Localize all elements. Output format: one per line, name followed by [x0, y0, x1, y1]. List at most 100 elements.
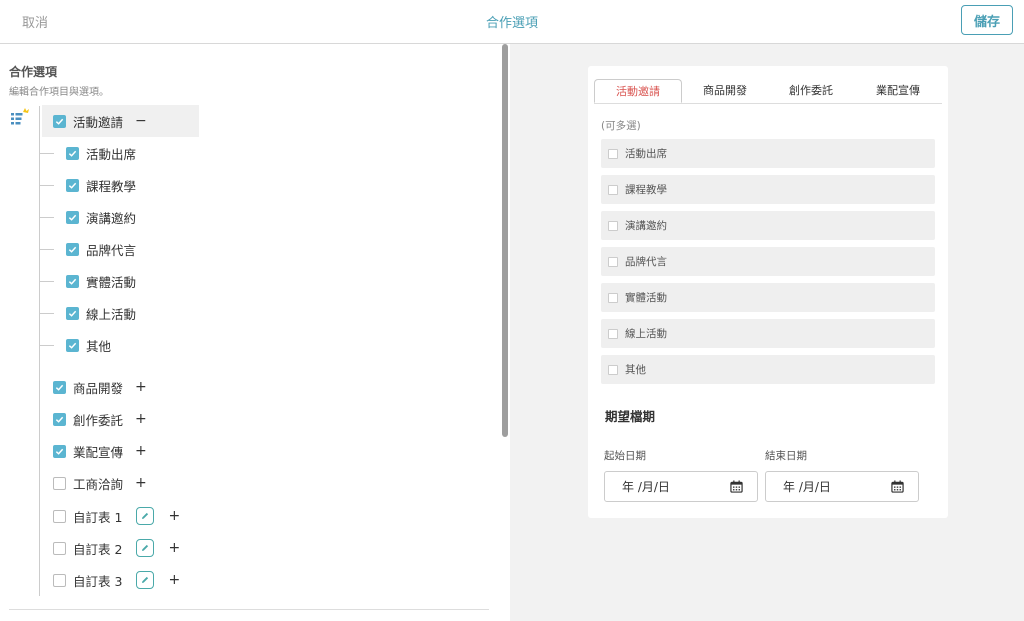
tree-group-item[interactable]: 自訂表 2 + — [53, 537, 180, 559]
tree-item-label: 實體活動 — [86, 274, 137, 290]
end-date-label: 結束日期 — [765, 450, 807, 462]
tab-product-dev[interactable]: 商品開發 — [682, 79, 768, 103]
tree-item-label: 自訂表 2 — [73, 541, 123, 557]
option-label: 演講邀約 — [625, 220, 667, 232]
checkbox-unchecked[interactable] — [53, 573, 66, 587]
preview-tabs: 活動邀請 商品開發 創作委託 業配宣傳 — [594, 79, 942, 104]
divider — [9, 609, 489, 610]
scrollbar[interactable] — [502, 44, 508, 621]
checkbox-checked[interactable] — [66, 146, 79, 160]
tree-item-label: 自訂表 3 — [73, 573, 123, 589]
option-checkbox[interactable] — [608, 328, 618, 339]
start-date-input[interactable]: 年 /月/日 — [604, 471, 758, 502]
calendar-icon[interactable] — [730, 480, 743, 493]
tree-branch — [40, 217, 54, 218]
tree-item-label: 工商洽詢 — [73, 476, 124, 492]
tree-list-icon — [11, 108, 29, 125]
option-item[interactable]: 課程教學 — [601, 175, 935, 204]
expand-toggle[interactable]: + — [135, 443, 147, 459]
option-label: 品牌代言 — [625, 256, 667, 268]
tree-root-item[interactable]: 活動邀請 − — [53, 110, 147, 132]
editor-title: 合作選項 — [9, 65, 58, 79]
option-checkbox[interactable] — [608, 364, 618, 375]
tree-item-label: 活動邀請 — [73, 114, 124, 130]
checkbox-checked[interactable] — [53, 444, 66, 458]
edit-pencil-icon[interactable] — [136, 539, 155, 557]
tree-child-item[interactable]: 品牌代言 — [66, 238, 136, 260]
edit-pencil-icon[interactable] — [136, 507, 155, 525]
option-label: 課程教學 — [625, 184, 667, 196]
option-label: 實體活動 — [625, 292, 667, 304]
checkbox-unchecked[interactable] — [53, 476, 66, 490]
checkbox-unchecked[interactable] — [53, 509, 66, 523]
option-item[interactable]: 品牌代言 — [601, 247, 935, 276]
tree-group-item[interactable]: 業配宣傳 + — [53, 440, 147, 462]
start-date-label: 起始日期 — [604, 450, 646, 462]
option-item[interactable]: 實體活動 — [601, 283, 935, 312]
top-bar: 取消 合作選項 儲存 — [0, 0, 1024, 44]
expand-toggle[interactable]: + — [135, 411, 147, 427]
expand-toggle[interactable]: + — [168, 540, 180, 556]
save-button[interactable]: 儲存 — [961, 5, 1013, 35]
tree-item-label: 課程教學 — [86, 178, 137, 194]
tree-child-item[interactable]: 其他 — [66, 334, 111, 356]
tab-sponsorship[interactable]: 業配宣傳 — [854, 79, 942, 103]
tree-item-label: 線上活動 — [86, 306, 137, 322]
checkbox-checked[interactable] — [53, 380, 66, 394]
option-item[interactable]: 活動出席 — [601, 139, 935, 168]
tree-item-label: 演講邀約 — [86, 210, 137, 226]
option-label: 活動出席 — [625, 148, 667, 160]
tab-activity-invite[interactable]: 活動邀請 — [594, 79, 682, 103]
option-checkbox[interactable] — [608, 256, 618, 267]
expand-toggle[interactable]: + — [168, 508, 180, 524]
checkbox-checked[interactable] — [66, 338, 79, 352]
option-item[interactable]: 演講邀約 — [601, 211, 935, 240]
editor-subtitle: 編輯合作項目與選項。 — [9, 87, 109, 98]
checkbox-checked[interactable] — [66, 306, 79, 320]
tab-commission[interactable]: 創作委託 — [768, 79, 854, 103]
tree-child-item[interactable]: 演講邀約 — [66, 206, 136, 228]
tree-branch — [40, 313, 54, 314]
option-checkbox[interactable] — [608, 220, 618, 231]
tree-child-item[interactable]: 實體活動 — [66, 270, 136, 292]
tree-group-item[interactable]: 創作委託 + — [53, 408, 147, 430]
tree-item-label: 創作委託 — [73, 412, 124, 428]
end-date-input[interactable]: 年 /月/日 — [765, 471, 919, 502]
tree-group-item[interactable]: 自訂表 1 + — [53, 505, 180, 527]
tree-item-label: 其他 — [86, 338, 112, 354]
checkbox-checked[interactable] — [66, 210, 79, 224]
tree-group-item[interactable]: 商品開發 + — [53, 376, 147, 398]
tree-item-label: 商品開發 — [73, 380, 124, 396]
period-title: 期望檔期 — [605, 409, 656, 424]
checkbox-checked[interactable] — [66, 178, 79, 192]
page-title: 合作選項 — [485, 16, 538, 31]
option-item[interactable]: 其他 — [601, 355, 935, 384]
expand-toggle[interactable]: + — [135, 475, 147, 491]
option-label: 其他 — [625, 364, 646, 376]
option-item[interactable]: 線上活動 — [601, 319, 935, 348]
tree-branch — [40, 185, 54, 186]
tree-group-item[interactable]: 自訂表 3 + — [53, 569, 180, 591]
tree-group-item[interactable]: 工商洽詢 + — [53, 472, 147, 494]
scrollbar-thumb[interactable] — [502, 44, 508, 437]
option-checkbox[interactable] — [608, 148, 618, 159]
option-checkbox[interactable] — [608, 184, 618, 195]
tree-child-item[interactable]: 課程教學 — [66, 174, 136, 196]
expand-toggle[interactable]: + — [168, 572, 180, 588]
checkbox-checked[interactable] — [66, 242, 79, 256]
checkbox-checked[interactable] — [53, 114, 66, 128]
checkbox-checked[interactable] — [66, 274, 79, 288]
tree-item-label: 業配宣傳 — [73, 444, 124, 460]
calendar-icon[interactable] — [891, 480, 904, 493]
checkbox-unchecked[interactable] — [53, 541, 66, 555]
tree-branch — [40, 249, 54, 250]
multi-select-note: (可多選) — [601, 120, 641, 132]
edit-pencil-icon[interactable] — [136, 571, 155, 589]
collapse-toggle[interactable]: − — [135, 113, 147, 129]
tree-branch — [40, 281, 54, 282]
tree-child-item[interactable]: 線上活動 — [66, 302, 136, 324]
tree-child-item[interactable]: 活動出席 — [66, 142, 136, 164]
option-checkbox[interactable] — [608, 292, 618, 303]
expand-toggle[interactable]: + — [135, 379, 147, 395]
checkbox-checked[interactable] — [53, 412, 66, 426]
